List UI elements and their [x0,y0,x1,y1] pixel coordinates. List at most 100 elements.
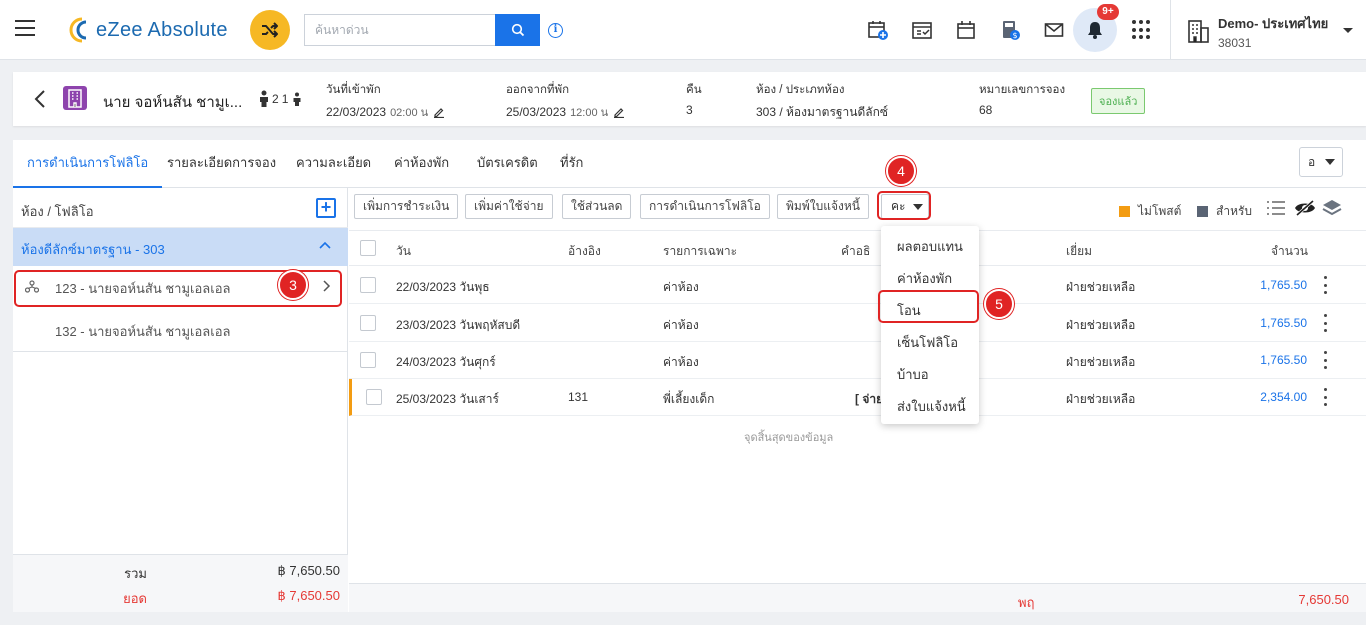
row-checkbox[interactable] [366,389,382,405]
apply-discount-button[interactable]: ใช้ส่วนลด [562,194,632,219]
row-reference: 131 [568,390,589,404]
checkin-label: วันที่เข้าพัก [326,84,381,96]
menu-item-send-invoice[interactable]: ส่งใบแจ้งหนี้ [897,396,966,417]
folio-item-label: 132 - นายจอห์นสัน ชามูเอลเอล [55,324,231,339]
row-particulars: ค่าห้อง [663,280,699,294]
tab-booking-details[interactable]: รายละเอียดการจอง [167,140,276,188]
checkin-time: 02:00 น [390,107,429,119]
stay-view-icon[interactable] [910,18,934,42]
edit-checkout-icon[interactable] [613,106,625,118]
menu-icon[interactable] [15,20,35,36]
row-amount[interactable]: 1,765.50 [1227,278,1307,292]
cashier-icon[interactable]: $ [998,18,1022,42]
table-row[interactable]: 23/03/2023 วันพฤหัสบดี ค่าห้อง ฝ่ายช่วยเ… [349,305,1366,342]
edit-checkin-icon[interactable] [433,106,445,118]
room-info: ห้อง / ประเภทห้อง 303 / ห้องมาตรฐานดีลัก… [756,81,888,122]
add-charge-button[interactable]: เพิ่มค่าใช้จ่าย [465,194,553,219]
search-input[interactable] [304,14,495,46]
menu-item-sign-folio[interactable]: เซ็นโฟลิโอ [897,332,958,353]
add-folio-button[interactable]: + [316,198,336,218]
row-description: [ จ่าย [855,392,884,406]
layers-icon[interactable] [1322,198,1342,218]
table-row[interactable]: 22/03/2023 วันพุธ ค่าห้อง ฝ่ายช่วยเหลือ … [349,267,1366,304]
room-group-label: ห้องดีลักซ์มาตรฐาน - 303 [21,242,165,257]
brand-name: eZee Absolute [96,18,228,41]
booking-summary: นาย จอห์นสัน ชามูเ... 2 1 วันที่เข้าพัก … [13,72,1366,126]
calendar-icon[interactable] [954,18,978,42]
shuffle-button[interactable] [250,10,290,50]
row-date: 23/03/2023 วันพฤหัสบดี [396,318,521,332]
list-view-icon[interactable] [1266,200,1286,216]
for-swatch [1197,206,1208,217]
row-user: ฝ่ายช่วยเหลือ [1066,392,1136,406]
row-checkbox[interactable] [360,315,376,331]
row-date: 25/03/2023 วันเสาร์ [396,392,499,406]
top-bar: eZee Absolute i [0,0,1366,60]
legend-unposted: ไม่โพสต์ [1119,202,1181,221]
tab-folio-operations[interactable]: การดำเนินการโฟลิโอ [13,140,163,188]
hide-icon[interactable] [1294,199,1316,217]
search-button[interactable] [495,14,540,46]
building-icon [1188,20,1209,43]
reservation-label: หมายเลขการจอง [979,84,1066,96]
row-date: 22/03/2023 วันพุธ [396,280,490,294]
new-reservation-icon[interactable] [866,18,890,42]
notifications-button[interactable]: 9+ [1073,4,1119,52]
tab-details[interactable]: ความละเอียด [296,140,371,188]
tab-room-charges[interactable]: ค่าห้องพัก [394,140,449,188]
balance-label: ยอด [123,591,147,606]
row-more-icon[interactable] [1322,276,1328,294]
add-payment-button[interactable]: เพิ่มการชำระเงิน [354,194,459,219]
table-row-unposted[interactable]: 25/03/2023 วันเสาร์ 131 พี่เลี้ยงเด็ก [ … [349,379,1366,416]
apps-grid-icon[interactable] [1132,20,1152,40]
checkout-info: ออกจากที่พัก 25/03/2023 12:00 น [506,81,625,121]
row-checkbox[interactable] [360,352,376,368]
brand-logo[interactable]: eZee Absolute [66,14,228,46]
row-more-icon[interactable] [1322,388,1328,406]
row-more-icon[interactable] [1322,314,1328,332]
row-more-icon[interactable] [1322,351,1328,369]
folio-operations-button[interactable]: การดำเนินการโฟลิโอ [640,194,770,219]
menu-item-void[interactable]: บ้าบอ [897,364,929,385]
reservation-number: 68 [979,103,993,117]
caret-down-icon [1325,159,1335,165]
folio-list-header: ห้อง / โฟลิโอ + [13,188,348,228]
col-particulars: รายการเฉพาะ [663,244,738,258]
callout-step-3: 3 [278,270,308,300]
svg-text:$: $ [1012,31,1017,40]
info-icon[interactable]: i [548,23,563,38]
reservation-info: หมายเลขการจอง 68 [979,81,1065,117]
folio-list-panel: ห้อง / โฟลิโอ + ห้องดีลักซ์มาตรฐาน - 303… [13,188,348,612]
checkin-info: วันที่เข้าพัก 22/03/2023 02:00 น [326,81,445,121]
tab-favorites[interactable]: ที่รัก [560,140,583,188]
nights-value: 3 [686,103,693,117]
row-amount[interactable]: 1,765.50 [1227,353,1307,367]
checkout-time: 12:00 น [570,107,609,119]
row-amount[interactable]: 2,354.00 [1227,390,1307,404]
menu-item-room-charges[interactable]: ค่าห้องพัก [897,268,952,289]
room-group-header[interactable]: ห้องดีลักซ์มาตรฐาน - 303 [13,228,348,266]
folio-list-divider [13,351,348,352]
table-row[interactable]: 24/03/2023 วันศุกร์ ค่าห้อง ฝ่ายช่วยเหลื… [349,342,1366,379]
print-invoice-button[interactable]: พิมพ์ใบแจ้งหนี้ [777,194,869,219]
row-user: ฝ่ายช่วยเหลือ [1066,280,1136,294]
property-selector[interactable]: Demo- ประเทศไทย 38031 [1186,13,1354,50]
guest-name[interactable]: นาย จอห์นสัน ชามูเ... [103,90,242,114]
hotel-room-icon [63,86,87,110]
room-value: 303 / ห้องมาตรฐานดีลักซ์ [756,105,889,119]
col-date: วัน [396,244,411,258]
mail-icon[interactable] [1042,18,1066,42]
folio-item[interactable]: 132 - นายจอห์นสัน ชามูเอลเอล [13,309,348,349]
back-arrow-icon[interactable] [31,88,49,110]
menu-item-refund[interactable]: ผลตอบแทน [897,236,963,257]
highlight-more-button [877,191,931,220]
property-code: 38031 [1218,35,1252,50]
row-amount[interactable]: 1,765.50 [1227,316,1307,330]
room-label: ห้อง / ประเภทห้อง [756,84,845,96]
legend-for: สำหรับ [1197,202,1252,221]
bell-icon [1088,22,1102,39]
view-select[interactable]: อ [1299,147,1343,177]
select-all-checkbox[interactable] [360,240,376,256]
row-checkbox[interactable] [360,277,376,293]
tab-credit-card[interactable]: บัตรเครดิต [477,140,538,188]
